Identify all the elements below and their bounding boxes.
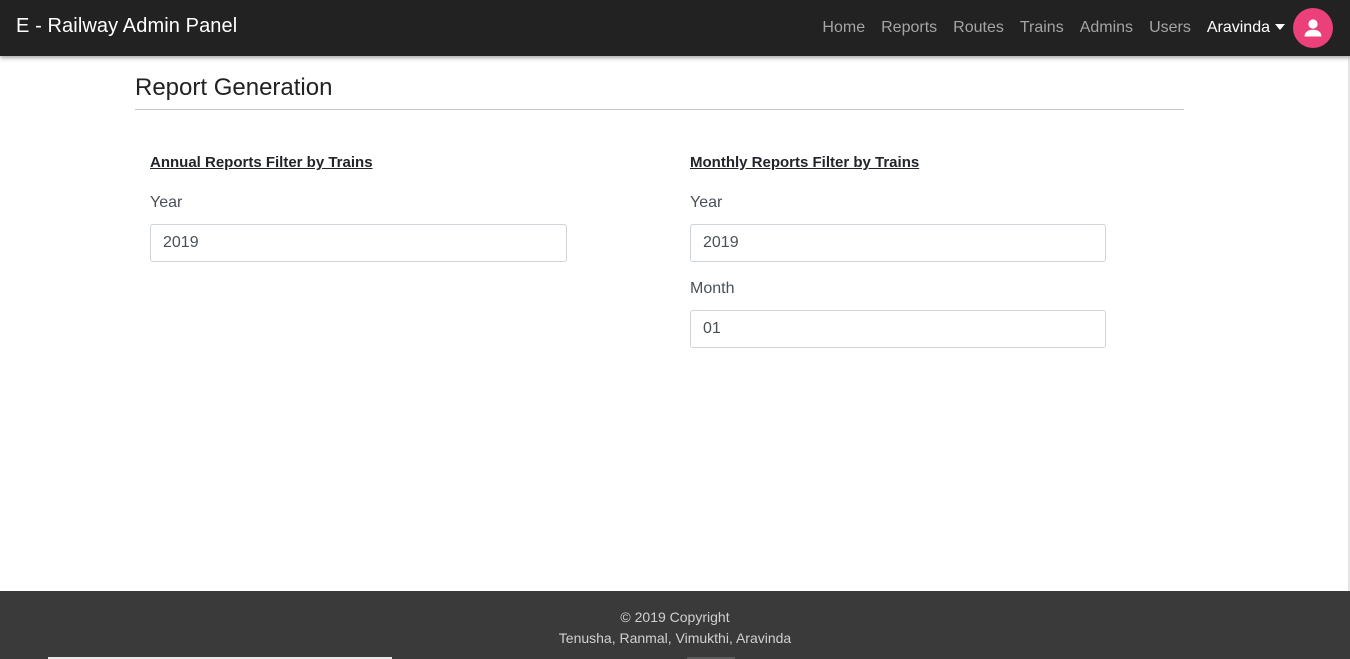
monthly-month-label: Month <box>690 280 735 297</box>
main-content: Report Generation Annual Reports Filter … <box>0 56 1350 591</box>
footer: © 2019 Copyright Tenusha, Ranmal, Vimukt… <box>0 591 1350 659</box>
nav-link-routes[interactable]: Routes <box>953 19 1004 37</box>
footer-copyright: © 2019 Copyright <box>620 609 730 625</box>
nav-link-reports[interactable]: Reports <box>881 19 937 37</box>
title-divider <box>135 109 1184 110</box>
user-icon <box>1304 19 1322 37</box>
caret-down-icon <box>1275 24 1285 30</box>
monthly-year-label: Year <box>690 194 723 211</box>
annual-year-input[interactable] <box>150 224 567 262</box>
nav-link-home[interactable]: Home <box>822 19 865 37</box>
monthly-reports-title: Monthly Reports Filter by Trains <box>690 154 920 171</box>
monthly-month-input[interactable] <box>690 310 1106 348</box>
annual-year-label: Year <box>150 194 183 211</box>
nav-link-trains[interactable]: Trains <box>1020 19 1064 37</box>
monthly-year-input[interactable] <box>690 224 1106 262</box>
avatar[interactable] <box>1293 8 1333 48</box>
page-title: Report Generation <box>135 74 333 101</box>
nav-link-users[interactable]: Users <box>1149 19 1191 37</box>
navbar-brand[interactable]: E - Railway Admin Panel <box>16 15 237 38</box>
nav-link-admins[interactable]: Admins <box>1080 19 1133 37</box>
nav-links: Home Reports Routes Trains Admins Users … <box>806 0 1350 56</box>
annual-reports-title: Annual Reports Filter by Trains <box>150 154 373 171</box>
user-dropdown[interactable]: Aravinda <box>1207 8 1350 48</box>
top-navbar: E - Railway Admin Panel Home Reports Rou… <box>0 0 1350 56</box>
user-name: Aravinda <box>1206 19 1270 36</box>
footer-authors: Tenusha, Ranmal, Vimukthi, Aravinda <box>558 630 792 646</box>
